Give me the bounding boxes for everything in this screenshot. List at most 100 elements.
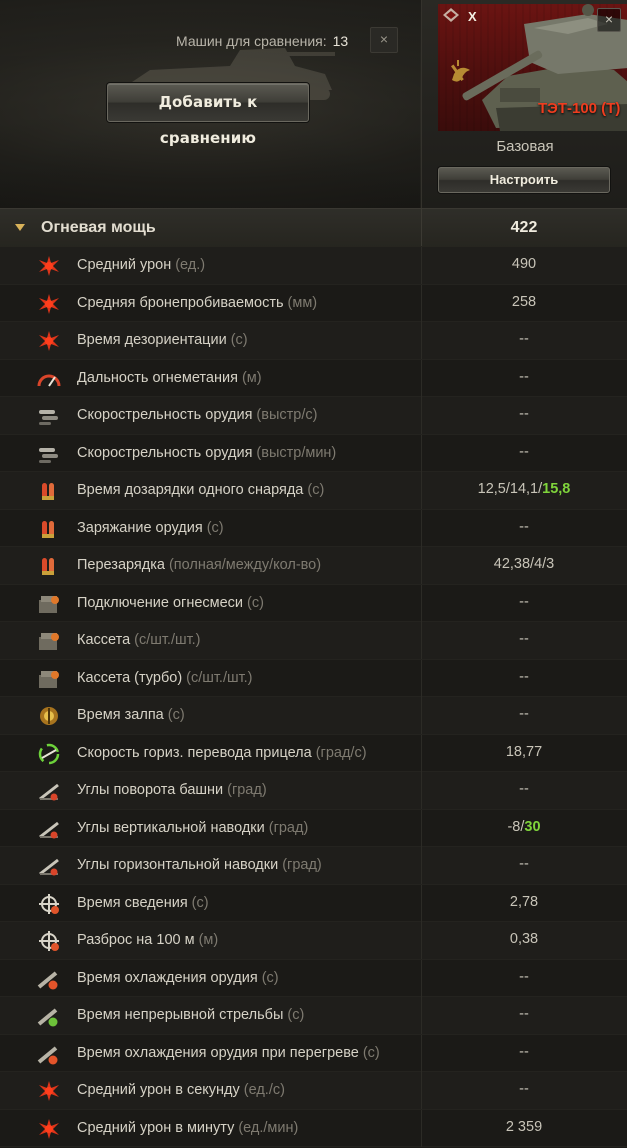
avg-damage-icon: [36, 254, 62, 278]
stat-value: 18,77: [505, 743, 543, 760]
stat-name: Углы поворота башни: [77, 782, 224, 798]
stat-label: Кассета (турбо) (с/шт./шт.): [77, 670, 253, 686]
stat-row: Средняя бронепробиваемость (мм) 258: [0, 284, 627, 322]
stat-value: --: [519, 706, 529, 722]
stat-unit: (с): [261, 969, 279, 986]
remove-vehicle-button[interactable]: ×: [597, 8, 621, 32]
section-title: Огневая мощь: [41, 219, 156, 236]
stat-name: Время охлаждения орудия при перегреве: [77, 1044, 359, 1061]
stat-row: Заряжание орудия (с) --: [0, 509, 627, 547]
vehicle-tier: X: [468, 9, 477, 24]
stat-value: 42,38/4/3: [493, 556, 555, 572]
stat-value: --: [519, 368, 529, 385]
stat-value: --: [519, 1043, 529, 1060]
stat-value: --: [519, 331, 529, 347]
stat-unit: (выстр/мин): [256, 444, 337, 461]
stat-row: Разброс на 100 м (м) 0,38: [0, 922, 627, 960]
stat-name: Время дезориентации: [77, 332, 227, 348]
stat-row: Скорострельность орудия (выстр/с) --: [0, 397, 627, 435]
stat-value: --: [519, 968, 529, 985]
stat-value: --: [519, 443, 529, 460]
stat-name: Углы горизонтальной наводки: [77, 857, 279, 873]
stat-row: Кассета (с/шт./шт.) --: [0, 622, 627, 660]
stat-unit: (с): [247, 594, 264, 611]
dispersion-icon: [36, 929, 62, 953]
add-to-comparison-button[interactable]: Добавить к сравнению: [107, 83, 309, 147]
overheat-cooling-icon: [36, 1042, 62, 1066]
stat-value: --: [519, 593, 529, 610]
stat-value: --: [519, 781, 529, 797]
stat-row: Дальность огнеметания (м) --: [0, 359, 627, 397]
fuel-mix-icon: [36, 592, 62, 616]
stats-list: Средний урон (ед.) 490 Средняя бронепробив…: [0, 247, 627, 1147]
stat-label: Средний урон в минуту (ед./мин): [77, 1120, 298, 1136]
stat-row: Скорость гориз. перевода прицела (град/с)…: [0, 734, 627, 772]
stat-name: Заряжание орудия: [77, 519, 203, 536]
stat-label: Средняя бронепробиваемость (мм): [77, 295, 317, 311]
gun-loading-icon: [36, 517, 62, 541]
stat-name: Углы вертикальной наводки: [77, 819, 265, 836]
stat-name: Скорострельность орудия: [77, 444, 253, 461]
stat-value: 2 359: [505, 1118, 543, 1135]
stat-name: Кассета: [77, 632, 131, 648]
cassette-turbo-icon: [36, 667, 62, 691]
stat-row: Время сведения (с) 2,78: [0, 884, 627, 922]
stat-label: Разброс на 100 м (м): [77, 932, 218, 948]
stat-name: Время дозарядки одного снаряда: [77, 482, 304, 498]
configure-button[interactable]: Настроить: [438, 167, 610, 193]
firepower-section-header[interactable]: Огневая мощь 422: [0, 208, 627, 248]
cassette-icon: [36, 629, 62, 653]
stat-unit: (с): [230, 332, 248, 348]
horizontal-angles-icon: [36, 854, 62, 878]
vehicle-name: ТЭТ-100 (Т): [538, 100, 621, 117]
stat-unit: (град): [268, 819, 309, 836]
stat-value: --: [519, 406, 529, 422]
stat-label: Время дозарядки одного снаряда (с): [77, 482, 324, 498]
shell-reload-icon: [36, 479, 62, 503]
stat-unit: (ед./с): [243, 1082, 285, 1098]
chevron-down-icon: [15, 224, 25, 231]
stat-unit: (полная/между/кол-во): [168, 557, 322, 573]
stat-value: -8/30: [507, 818, 541, 835]
stat-value: --: [519, 518, 529, 535]
stat-row: Время охлаждения орудия при перегреве (с)…: [0, 1034, 627, 1072]
stat-unit: (град): [282, 857, 322, 873]
stat-name: Время непрерывной стрельбы: [77, 1007, 284, 1023]
clip-reload-icon: [36, 554, 62, 578]
compare-count-label: Машин для сравнения: 13: [176, 33, 348, 49]
stat-unit: (с): [191, 894, 209, 911]
stat-row: Кассета (турбо) (с/шт./шт.) --: [0, 659, 627, 697]
stat-unit: (м): [198, 932, 219, 948]
stat-label: Кассета (с/шт./шт.): [77, 632, 201, 648]
stat-label: Время сведения (с): [77, 895, 209, 911]
stat-row: Углы вертикальной наводки (град) -8/30: [0, 809, 627, 847]
stat-value: 490: [511, 256, 537, 272]
stat-label: Подключение огнесмеси (с): [77, 595, 264, 611]
stat-row: Время непрерывной стрельбы (с) --: [0, 997, 627, 1035]
compare-count-number: 13: [332, 33, 349, 49]
stat-label: Скорострельность орудия (выстр/с): [77, 407, 317, 423]
salvo-time-icon: [36, 704, 62, 728]
clear-comparison-button[interactable]: ×: [370, 27, 398, 53]
stat-label: Заряжание орудия (с): [77, 520, 224, 536]
stat-row: Подключение огнесмеси (с) --: [0, 584, 627, 622]
elevation-angles-icon: [36, 817, 62, 841]
stat-row: Углы горизонтальной наводки (град) --: [0, 847, 627, 885]
stat-row: Скорострельность орудия (выстр/мин) --: [0, 434, 627, 472]
stat-name: Перезарядка: [77, 557, 165, 573]
stat-value: 0,38: [509, 931, 539, 947]
stat-name: Дальность огнеметания: [77, 369, 238, 386]
stat-row: Время дозарядки одного снаряда (с) 12,5/14…: [0, 472, 627, 510]
stat-name: Время охлаждения орудия: [77, 969, 258, 986]
vehicle-class-icon: [443, 8, 459, 22]
turret-rotation-icon: [36, 779, 62, 803]
stat-unit: (с): [307, 482, 325, 498]
stat-unit: (град): [227, 782, 267, 798]
rate-of-fire-min-icon: [36, 442, 62, 466]
dpm-second-icon: [36, 1079, 62, 1103]
stat-name: Подключение огнесмеси: [77, 594, 244, 611]
stat-name: Средняя бронепробиваемость: [77, 294, 284, 311]
stat-label: Углы поворота башни (град): [77, 782, 267, 798]
stat-value: 258: [511, 293, 537, 310]
stat-label: Время непрерывной стрельбы (с): [77, 1007, 304, 1023]
